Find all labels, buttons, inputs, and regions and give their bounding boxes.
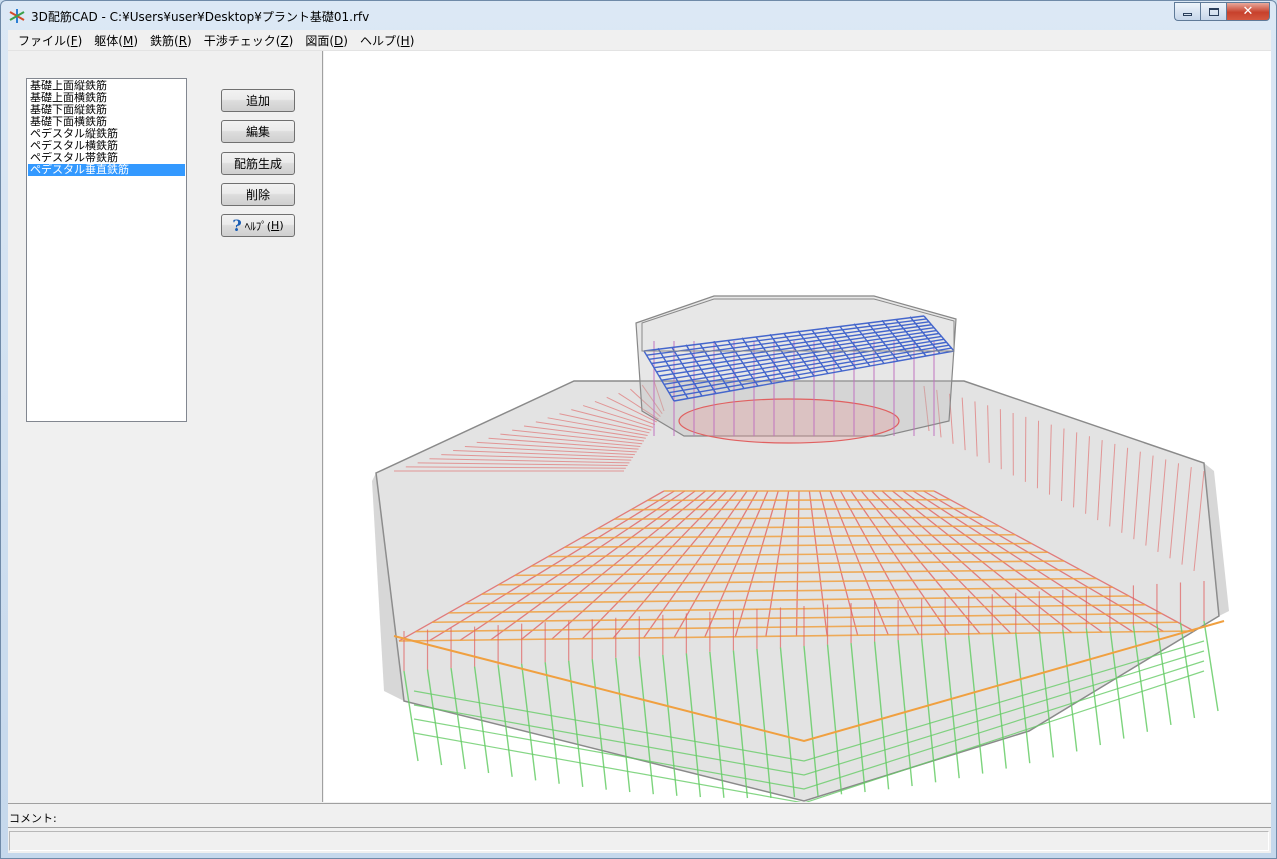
rebar-line (1179, 622, 1196, 719)
delete-button[interactable]: 削除 (221, 183, 295, 206)
list-item-selected[interactable]: ペデスタル垂直鉄筋 (28, 164, 185, 176)
rebar-line (1203, 620, 1219, 712)
menu-body[interactable]: 躯体(M) (88, 32, 144, 49)
help-icon: ? (232, 216, 242, 235)
list-item[interactable]: ペデスタル縦鉄筋 (28, 128, 185, 140)
rebar-line (647, 498, 951, 502)
minimize-button[interactable] (1174, 2, 1200, 21)
rebar-listbox[interactable]: 基礎上面縦鉄筋 基礎上面横鉄筋 基礎下面縦鉄筋 基礎下面横鉄筋 ペデスタル縦鉄筋… (26, 78, 187, 422)
main-window: 3D配筋CAD - C:¥Users¥user¥Desktop¥プラント基礎01… (0, 0, 1277, 859)
help-button[interactable]: ? ﾍﾙﾌﾟ(H) (221, 214, 295, 237)
list-item[interactable]: ペデスタル帯鉄筋 (28, 152, 185, 164)
menu-help[interactable]: ヘルプ(H) (354, 32, 420, 49)
comment-label: コメント: (9, 812, 57, 825)
menu-drawing[interactable]: 図面(D) (299, 32, 354, 49)
title-bar[interactable]: 3D配筋CAD - C:¥Users¥user¥Desktop¥プラント基礎01… (1, 1, 1276, 30)
add-button[interactable]: 追加 (221, 89, 295, 112)
app-icon (9, 9, 25, 23)
rebar-panel: 基礎上面縦鉄筋 基礎上面横鉄筋 基礎下面縦鉄筋 基礎下面横鉄筋 ペデスタル縦鉄筋… (8, 51, 323, 802)
close-button[interactable]: ✕ (1226, 2, 1270, 21)
menu-bar: ファイル(F) 躯体(M) 鉄筋(R) 干渉チェック(Z) 図面(D) ヘルプ(… (8, 30, 1271, 51)
list-item[interactable]: 基礎上面縦鉄筋 (28, 80, 185, 92)
minimize-icon (1183, 13, 1192, 16)
maximize-button[interactable] (1200, 2, 1226, 21)
maximize-icon (1208, 7, 1219, 16)
pedestal-ring (678, 398, 900, 444)
menu-rebar[interactable]: 鉄筋(R) (144, 32, 198, 49)
list-item[interactable]: 基礎上面横鉄筋 (28, 92, 185, 104)
comment-bar: コメント: (8, 803, 1271, 827)
rebar-3d-model[interactable] (324, 51, 1271, 802)
status-bar (8, 827, 1271, 853)
status-panel (9, 831, 1269, 851)
edit-button[interactable]: 編集 (221, 120, 295, 143)
menu-file[interactable]: ファイル(F) (12, 32, 88, 49)
menu-interference-check[interactable]: 干渉チェック(Z) (198, 32, 300, 49)
client-area: 基礎上面縦鉄筋 基礎上面横鉄筋 基礎下面縦鉄筋 基礎下面横鉄筋 ペデスタル縦鉄筋… (8, 51, 1271, 853)
window-title: 3D配筋CAD - C:¥Users¥user¥Desktop¥プラント基礎01… (31, 10, 370, 24)
list-item[interactable]: 基礎下面縦鉄筋 (28, 104, 185, 116)
caption-buttons: ✕ (1174, 2, 1270, 21)
3d-viewport[interactable] (324, 51, 1271, 802)
generate-rebar-button[interactable]: 配筋生成 (221, 152, 295, 175)
list-item[interactable]: 基礎下面横鉄筋 (28, 116, 185, 128)
list-item[interactable]: ペデスタル横鉄筋 (28, 140, 185, 152)
close-icon: ✕ (1242, 4, 1254, 19)
